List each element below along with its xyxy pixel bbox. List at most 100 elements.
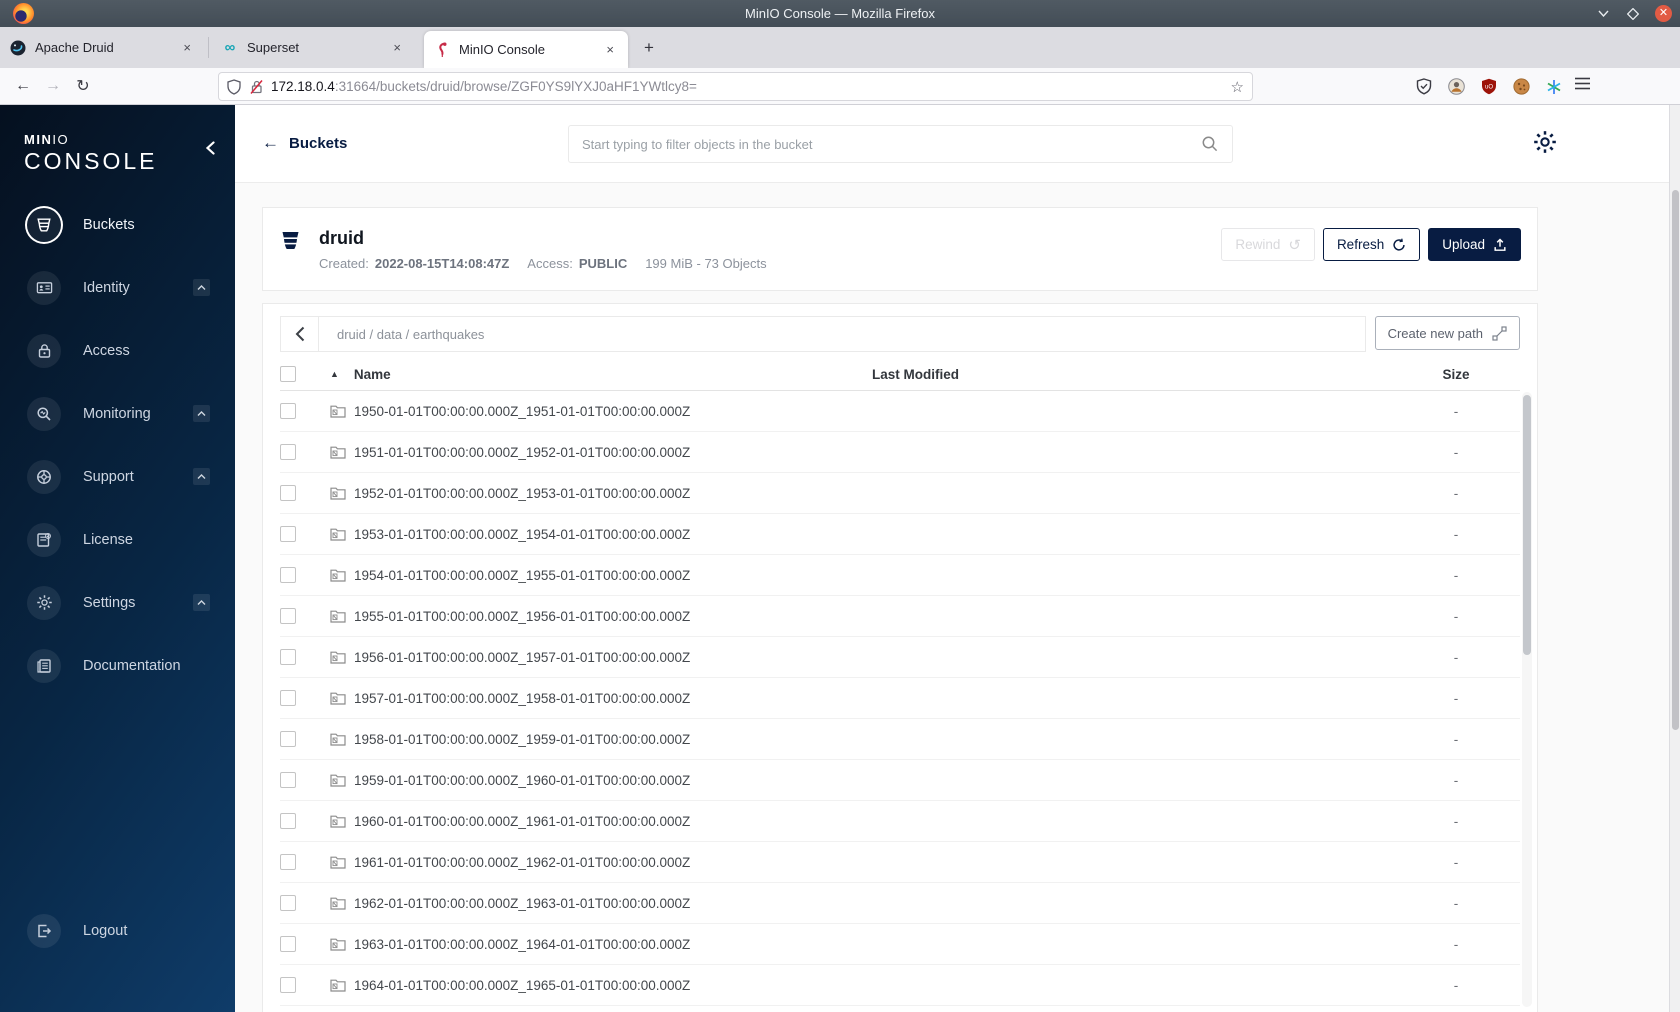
row-checkbox[interactable]	[280, 854, 296, 870]
chevron-up-icon[interactable]	[193, 279, 210, 296]
sort-asc-icon[interactable]: ▲	[330, 369, 339, 379]
object-name: 1962-01-01T00:00:00.000Z_1963-01-01T00:0…	[354, 895, 691, 911]
shield-icon[interactable]	[227, 78, 241, 95]
row-checkbox[interactable]	[280, 485, 296, 501]
forward-button[interactable]: →	[38, 72, 68, 100]
menu-icon[interactable]	[1575, 77, 1590, 90]
tab-close-icon[interactable]: ×	[602, 42, 618, 57]
console-settings-gear-icon[interactable]	[1532, 129, 1558, 155]
row-checkbox[interactable]	[280, 977, 296, 993]
sidebar-item-license[interactable]: License	[0, 508, 235, 571]
table-row[interactable]: 1954-01-01T00:00:00.000Z_1955-01-01T00:0…	[280, 555, 1520, 596]
superset-favicon-icon: ∞	[224, 39, 236, 56]
sidebar-item-access[interactable]: Access	[0, 319, 235, 382]
sidebar-item-logout[interactable]: Logout	[0, 899, 235, 962]
search-input[interactable]	[582, 136, 1201, 152]
folder-icon	[330, 527, 346, 541]
column-header-name[interactable]: Name	[354, 367, 391, 382]
sidebar-item-settings[interactable]: Settings	[0, 571, 235, 634]
sidebar-item-documentation[interactable]: Documentation	[0, 634, 235, 697]
refresh-button[interactable]: Refresh	[1322, 228, 1421, 261]
rewind-button[interactable]: Rewind ↺	[1221, 228, 1315, 261]
maximize-button[interactable]	[1625, 6, 1641, 22]
row-checkbox[interactable]	[280, 690, 296, 706]
row-checkbox[interactable]	[280, 936, 296, 952]
sidebar-item-monitoring[interactable]: Monitoring	[0, 382, 235, 445]
column-header-last-modified[interactable]: Last Modified	[872, 367, 1392, 382]
row-checkbox[interactable]	[280, 649, 296, 665]
table-row[interactable]: 1958-01-01T00:00:00.000Z_1959-01-01T00:0…	[280, 719, 1520, 760]
tab-close-icon[interactable]: ×	[389, 40, 405, 55]
main-panel: ← Buckets Start typing to filter objects…	[235, 105, 1680, 1012]
table-row[interactable]: 1951-01-01T00:00:00.000Z_1952-01-01T00:0…	[280, 432, 1520, 473]
page-scrollbar-thumb[interactable]	[1672, 190, 1679, 730]
breadcrumb[interactable]: druid / data / earthquakes	[337, 327, 484, 342]
minimize-button[interactable]	[1595, 6, 1611, 22]
chevron-up-icon[interactable]	[193, 594, 210, 611]
reload-button[interactable]: ↻	[68, 72, 98, 100]
created-label: Created:	[319, 256, 369, 271]
sidebar-item-identity[interactable]: Identity	[0, 256, 235, 319]
row-checkbox[interactable]	[280, 567, 296, 583]
insecure-lock-icon[interactable]	[250, 79, 263, 95]
tab-minio-console[interactable]: MinIO Console ×	[424, 31, 628, 68]
table-row[interactable]: 1952-01-01T00:00:00.000Z_1953-01-01T00:0…	[280, 473, 1520, 514]
select-all-checkbox[interactable]	[280, 366, 296, 382]
close-button[interactable]: ✕	[1655, 5, 1672, 22]
upload-button[interactable]: Upload	[1428, 228, 1521, 261]
table-row[interactable]: 1961-01-01T00:00:00.000Z_1962-01-01T00:0…	[280, 842, 1520, 883]
snowflake-icon[interactable]	[1546, 79, 1562, 95]
object-size: -	[1453, 526, 1459, 542]
table-row[interactable]: 1963-01-01T00:00:00.000Z_1964-01-01T00:0…	[280, 924, 1520, 965]
path-back-chevron-icon[interactable]	[281, 317, 319, 351]
table-row[interactable]: 1964-01-01T00:00:00.000Z_1965-01-01T00:0…	[280, 965, 1520, 1006]
new-tab-button[interactable]: +	[636, 35, 662, 61]
bookmark-star-icon[interactable]: ☆	[1231, 78, 1244, 96]
row-checkbox[interactable]	[280, 772, 296, 788]
object-name: 1956-01-01T00:00:00.000Z_1957-01-01T00:0…	[354, 649, 691, 665]
upload-icon	[1493, 237, 1507, 252]
row-checkbox[interactable]	[280, 895, 296, 911]
object-size: -	[1453, 567, 1459, 583]
page-scrollbar[interactable]	[1669, 105, 1680, 1012]
row-checkbox[interactable]	[280, 731, 296, 747]
back-to-buckets[interactable]: ← Buckets	[262, 133, 347, 153]
table-row[interactable]: 1957-01-01T00:00:00.000Z_1958-01-01T00:0…	[280, 678, 1520, 719]
table-row[interactable]: 1955-01-01T00:00:00.000Z_1956-01-01T00:0…	[280, 596, 1520, 637]
sidebar-collapse-icon[interactable]	[206, 141, 215, 155]
row-checkbox[interactable]	[280, 403, 296, 419]
table-row[interactable]: 1962-01-01T00:00:00.000Z_1963-01-01T00:0…	[280, 883, 1520, 924]
object-list-scrollbar[interactable]	[1522, 392, 1532, 1007]
sidebar-item-support[interactable]: Support	[0, 445, 235, 508]
row-checkbox[interactable]	[280, 526, 296, 542]
shield-check-icon[interactable]	[1416, 78, 1432, 95]
chevron-up-icon[interactable]	[193, 405, 210, 422]
sidebar-item-buckets[interactable]: Buckets	[0, 193, 235, 256]
table-row[interactable]: 1953-01-01T00:00:00.000Z_1954-01-01T00:0…	[280, 514, 1520, 555]
folder-icon	[330, 896, 346, 910]
chevron-up-icon[interactable]	[193, 468, 210, 485]
ublock-icon[interactable]: uO	[1481, 78, 1497, 95]
cookie-icon[interactable]	[1513, 78, 1530, 95]
tab-apache-druid[interactable]: Apache Druid ×	[0, 27, 205, 68]
url-bar[interactable]: 172.18.0.4:31664/buckets/druid/browse/ZG…	[218, 72, 1253, 101]
create-new-path-button[interactable]: Create new path	[1374, 316, 1520, 350]
back-button[interactable]: ←	[8, 72, 38, 100]
table-row[interactable]: 1960-01-01T00:00:00.000Z_1961-01-01T00:0…	[280, 801, 1520, 842]
window-title: MinIO Console — Mozilla Firefox	[745, 6, 935, 21]
monitoring-icon	[27, 396, 61, 431]
tab-close-icon[interactable]: ×	[179, 40, 195, 55]
object-name: 1961-01-01T00:00:00.000Z_1962-01-01T00:0…	[354, 854, 691, 870]
column-header-size[interactable]: Size	[1392, 367, 1520, 382]
object-list-scrollbar-thumb[interactable]	[1523, 395, 1531, 655]
row-checkbox[interactable]	[280, 813, 296, 829]
tab-superset[interactable]: ∞ Superset ×	[212, 27, 415, 68]
table-row[interactable]: 1956-01-01T00:00:00.000Z_1957-01-01T00:0…	[280, 637, 1520, 678]
table-row[interactable]: 1959-01-01T00:00:00.000Z_1960-01-01T00:0…	[280, 760, 1520, 801]
object-name: 1959-01-01T00:00:00.000Z_1960-01-01T00:0…	[354, 772, 691, 788]
row-checkbox[interactable]	[280, 444, 296, 460]
table-row[interactable]: 1950-01-01T00:00:00.000Z_1951-01-01T00:0…	[280, 391, 1520, 432]
account-avatar-icon[interactable]	[1448, 78, 1465, 95]
row-checkbox[interactable]	[280, 608, 296, 624]
